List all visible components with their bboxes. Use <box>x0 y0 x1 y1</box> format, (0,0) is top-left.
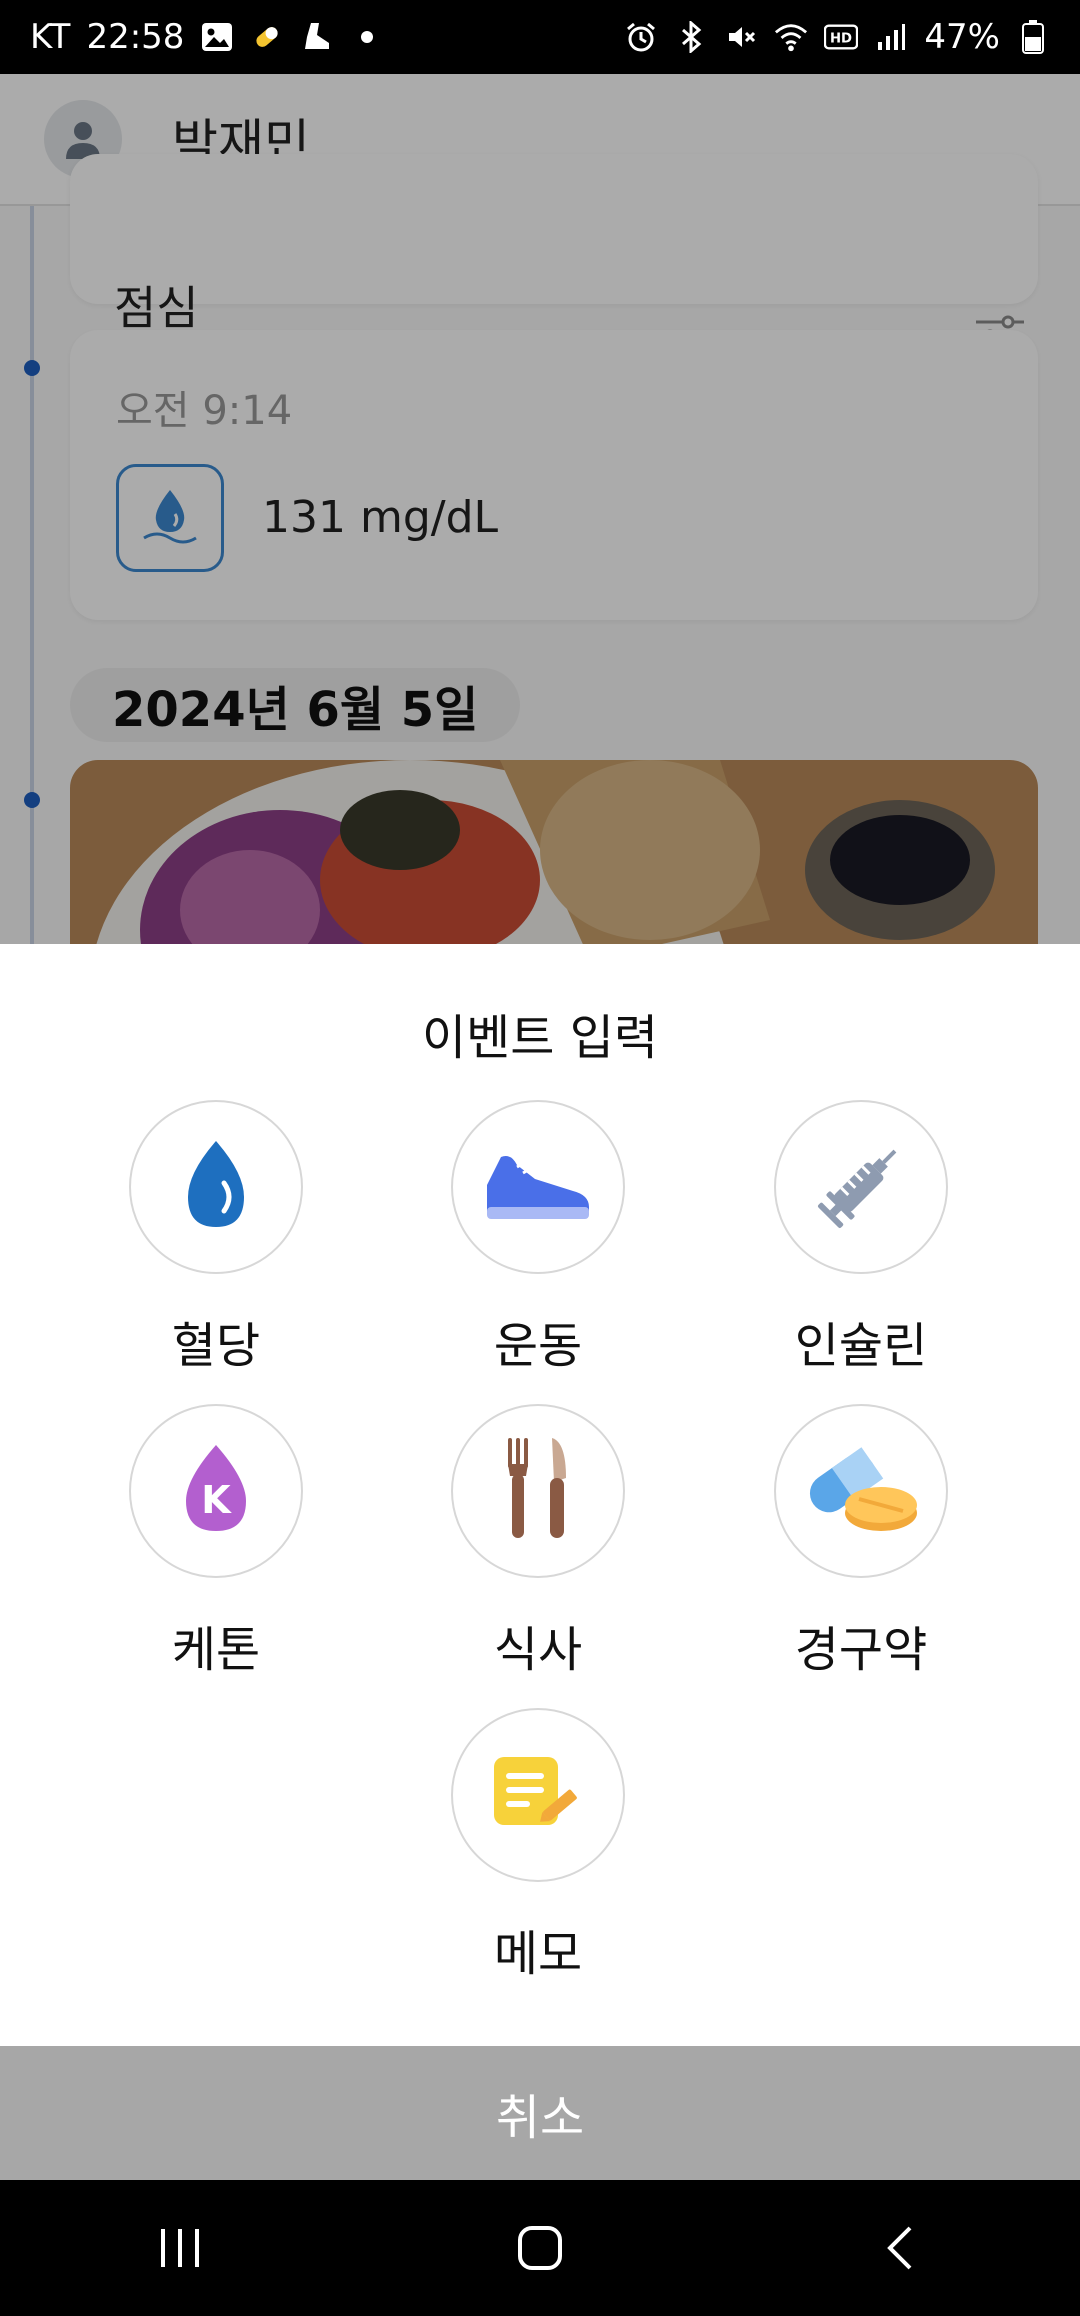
svg-text:K: K <box>201 1478 232 1522</box>
scrim-overlay[interactable] <box>0 74 1080 944</box>
recent-apps-icon[interactable] <box>140 2208 220 2288</box>
syringe-icon <box>811 1135 911 1239</box>
event-meal-button[interactable] <box>451 1404 625 1578</box>
event-exercise[interactable]: 운동 <box>448 1100 628 1376</box>
cancel-button[interactable]: 취소 <box>0 2046 1080 2180</box>
bluetooth-icon <box>674 20 708 54</box>
event-insulin-button[interactable] <box>774 1100 948 1274</box>
carrier: KT <box>30 17 71 57</box>
event-ketone[interactable]: K 케톤 <box>126 1404 306 1680</box>
ketone-drop-icon: K <box>174 1441 258 1541</box>
event-label: 식사 <box>493 1622 583 1678</box>
event-label: 경구약 <box>794 1622 928 1678</box>
shoe-app-icon <box>300 20 334 54</box>
wifi-icon <box>774 20 808 54</box>
event-label: 운동 <box>493 1318 583 1374</box>
fork-knife-icon <box>498 1434 578 1548</box>
event-glucose-button[interactable] <box>129 1100 303 1274</box>
event-meal[interactable]: 식사 <box>448 1404 628 1680</box>
back-icon[interactable] <box>860 2208 940 2288</box>
gallery-icon <box>200 20 234 54</box>
pill-icon <box>799 1439 923 1543</box>
event-memo[interactable]: 메모 <box>448 1708 628 1984</box>
event-exercise-button[interactable] <box>451 1100 625 1274</box>
event-label: 혈당 <box>171 1318 261 1374</box>
pill-app-icon <box>250 20 284 54</box>
blood-drop-icon <box>174 1137 258 1237</box>
battery-percent: 47% <box>924 17 1000 57</box>
dot-icon <box>350 20 384 54</box>
mute-icon <box>724 20 758 54</box>
memo-icon <box>490 1753 586 1837</box>
battery-icon <box>1016 20 1050 54</box>
navigation-bar <box>0 2180 1080 2316</box>
clock: 22:58 <box>86 17 185 57</box>
event-label: 메모 <box>493 1926 583 1982</box>
event-oral-medicine[interactable]: 경구약 <box>771 1404 951 1680</box>
home-icon[interactable] <box>500 2208 580 2288</box>
event-memo-button[interactable] <box>451 1708 625 1882</box>
event-ketone-button[interactable]: K <box>129 1404 303 1578</box>
sheet-title: 이벤트 입력 <box>421 1010 659 1066</box>
status-bar: KT 22:58 HD 47% <box>0 0 1080 74</box>
sneaker-icon <box>481 1145 595 1229</box>
event-label: 케톤 <box>171 1622 261 1678</box>
hd-icon: HD <box>824 20 859 54</box>
event-input-sheet: 이벤트 입력 혈당 운동 인슐린 K 케톤 식사 경구약 메모 <box>0 944 1080 2046</box>
event-insulin[interactable]: 인슐린 <box>771 1100 951 1376</box>
signal-icon <box>874 20 908 54</box>
svg-text:HD: HD <box>830 32 852 47</box>
event-oral-medicine-button[interactable] <box>774 1404 948 1578</box>
event-label: 인슐린 <box>794 1318 928 1374</box>
alarm-icon <box>624 20 658 54</box>
event-glucose[interactable]: 혈당 <box>126 1100 306 1376</box>
